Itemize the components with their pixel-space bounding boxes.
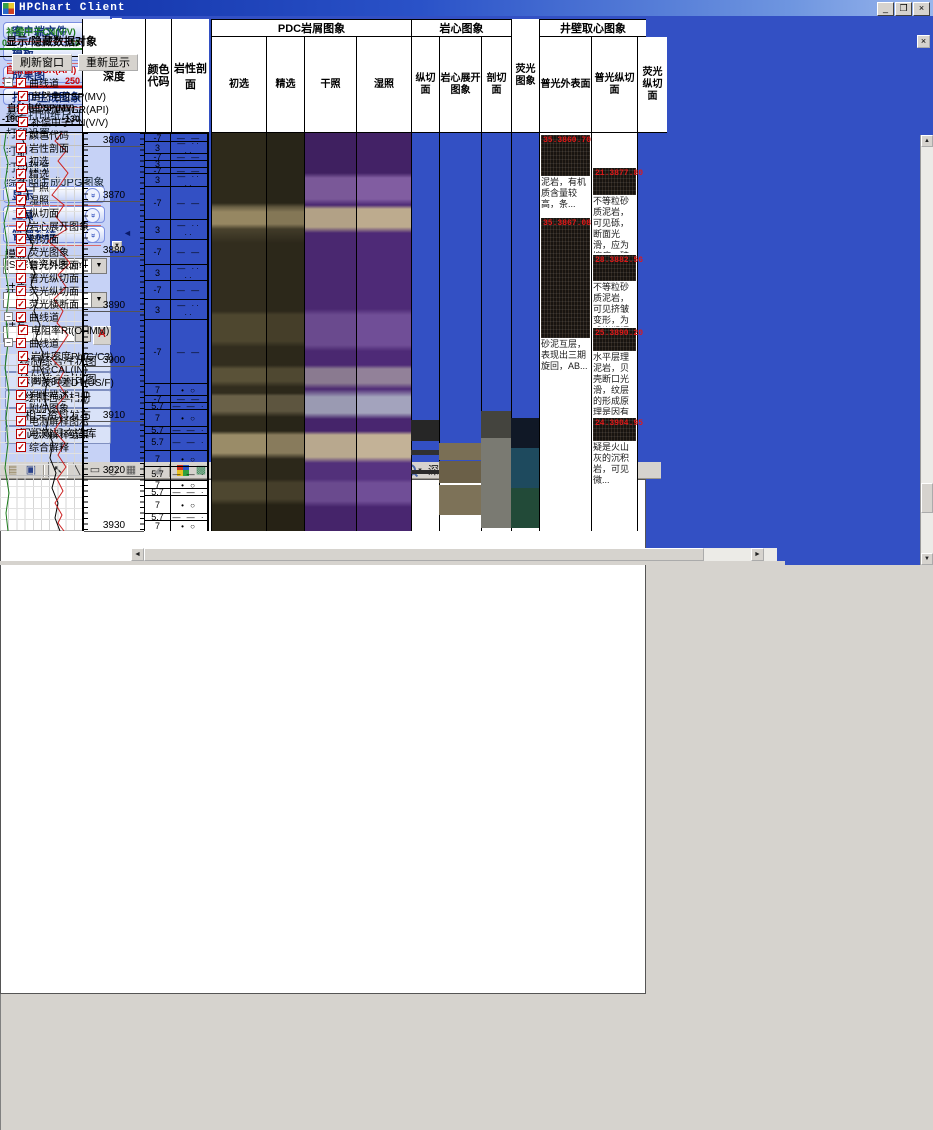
checkbox-checked-icon[interactable]: ✓ — [18, 91, 28, 101]
core-image-segments — [481, 479, 511, 531]
track-湿照 — [356, 479, 411, 531]
checkbox-checked-icon[interactable]: ✓ — [16, 273, 26, 283]
description-column-2: 21.3877.80不等粒砂质泥岩，可见砾，断面光滑，应为擦痕，碎屑流沉积28.… — [591, 479, 637, 531]
checkbox-checked-icon[interactable]: ✓ — [16, 78, 26, 88]
checkbox-checked-icon[interactable]: ✓ — [18, 325, 28, 335]
checkbox-checked-icon[interactable]: ✓ — [16, 390, 26, 400]
core-image-segments — [411, 479, 439, 531]
main-area: 客户端文件»模板»成果图»打印/生成图象»参考打印纸尺寸打印设置打印打印预览综合… — [0, 16, 933, 565]
title-bar: HPChart Client _ ❐ × — [0, 0, 933, 16]
checkbox-checked-icon[interactable]: ✓ — [16, 429, 26, 439]
description-column-1: 35.3860.70泥岩，有机质含量较高，条...35.3867.08砂泥互层，… — [539, 479, 591, 531]
checkbox-checked-icon[interactable]: ✓ — [16, 299, 26, 309]
tree-item[interactable]: ✓综合解释 — [4, 440, 69, 453]
tree-collapse-icon[interactable]: − — [4, 338, 13, 347]
checkbox-checked-icon[interactable]: ✓ — [16, 130, 26, 140]
lithology-description: 疑是火山灰的沉积岩，可见微... — [593, 479, 636, 487]
color-code-track: -73-73-73-73-73-73-77-75.775.75.775.775.… — [145, 479, 171, 531]
scroll-right-icon[interactable]: ► — [751, 548, 764, 561]
core-image — [439, 485, 481, 515]
core-image — [481, 479, 511, 528]
checkbox-checked-icon[interactable]: ✓ — [18, 117, 28, 127]
checkbox-checked-icon[interactable]: ✓ — [16, 208, 26, 218]
checkbox-checked-icon[interactable]: ✓ — [16, 156, 26, 166]
checkbox-checked-icon[interactable]: ✓ — [16, 182, 26, 192]
tree-item-label: 综合解释 — [29, 439, 69, 454]
core-image — [511, 488, 539, 528]
track-初选 — [211, 479, 266, 531]
horizontal-scroll-thumb[interactable] — [144, 548, 704, 561]
redisplay-button[interactable]: 重新显示 — [78, 54, 138, 71]
tree-collapse-icon[interactable]: − — [4, 312, 13, 321]
tree-collapse-icon[interactable]: − — [4, 78, 13, 87]
checkbox-checked-icon[interactable]: ✓ — [16, 234, 26, 244]
display-hide-panel: 显示/隐藏数据对象 × 刷新窗口 重新显示 −✓曲线道✓自然电位SP(MV)✓自… — [0, 994, 148, 1130]
layer-tree: −✓曲线道✓自然电位SP(MV)✓自然伽玛GR(API)✓补偿中子CN(V/V)… — [4, 76, 144, 565]
horizontal-scrollbar[interactable]: ◄ ► — [131, 548, 777, 561]
panel-title: 显示/隐藏数据对象 — [2, 34, 146, 50]
checkbox-checked-icon[interactable]: ✓ — [16, 195, 26, 205]
color-code-value: 7 — [145, 520, 170, 531]
panel-close-icon[interactable]: × — [917, 35, 930, 48]
checkbox-checked-icon[interactable]: ✓ — [16, 403, 26, 413]
checkbox-checked-icon[interactable]: ✓ — [18, 364, 28, 374]
minimize-button[interactable]: _ — [877, 2, 894, 16]
checkbox-checked-icon[interactable]: ✓ — [18, 104, 28, 114]
color-code-value: 5.7 — [145, 513, 170, 520]
checkbox-checked-icon[interactable]: ✓ — [18, 351, 28, 361]
core-image — [511, 479, 539, 488]
app-icon — [2, 2, 15, 15]
checkbox-checked-icon[interactable]: ✓ — [16, 442, 26, 452]
color-code-value: 7 — [145, 495, 170, 513]
checkbox-checked-icon[interactable]: ✓ — [18, 377, 28, 387]
checkbox-checked-icon[interactable]: ✓ — [16, 143, 26, 153]
track-干照 — [304, 479, 356, 531]
checkbox-checked-icon[interactable]: ✓ — [16, 260, 26, 270]
checkbox-checked-icon[interactable]: ✓ — [16, 338, 26, 348]
lithology-track: — —— ·· ··— —— ·· ··— —— ·· ··— —— ·· ··… — [171, 479, 209, 531]
window-title: HPChart Client — [19, 2, 125, 14]
checkbox-checked-icon[interactable]: ✓ — [16, 286, 26, 296]
lithology-pattern: • ○ — [171, 520, 207, 532]
lithology-pattern: • ○ — [171, 495, 207, 514]
restore-button[interactable]: ❐ — [895, 2, 912, 16]
checkbox-checked-icon[interactable]: ✓ — [16, 247, 26, 257]
track-精选 — [266, 479, 304, 531]
color-code-value: 5.7 — [145, 488, 170, 495]
track-荧光纵切面 — [637, 479, 646, 531]
core-image-segments — [439, 479, 481, 531]
checkbox-checked-icon[interactable]: ✓ — [16, 169, 26, 179]
close-button[interactable]: × — [913, 2, 930, 16]
checkbox-checked-icon[interactable]: ✓ — [16, 221, 26, 231]
refresh-window-button[interactable]: 刷新窗口 — [12, 54, 72, 71]
checkbox-checked-icon[interactable]: ✓ — [16, 416, 26, 426]
core-image — [439, 479, 481, 483]
checkbox-checked-icon[interactable]: ✓ — [16, 312, 26, 322]
core-image-segments — [511, 479, 539, 531]
